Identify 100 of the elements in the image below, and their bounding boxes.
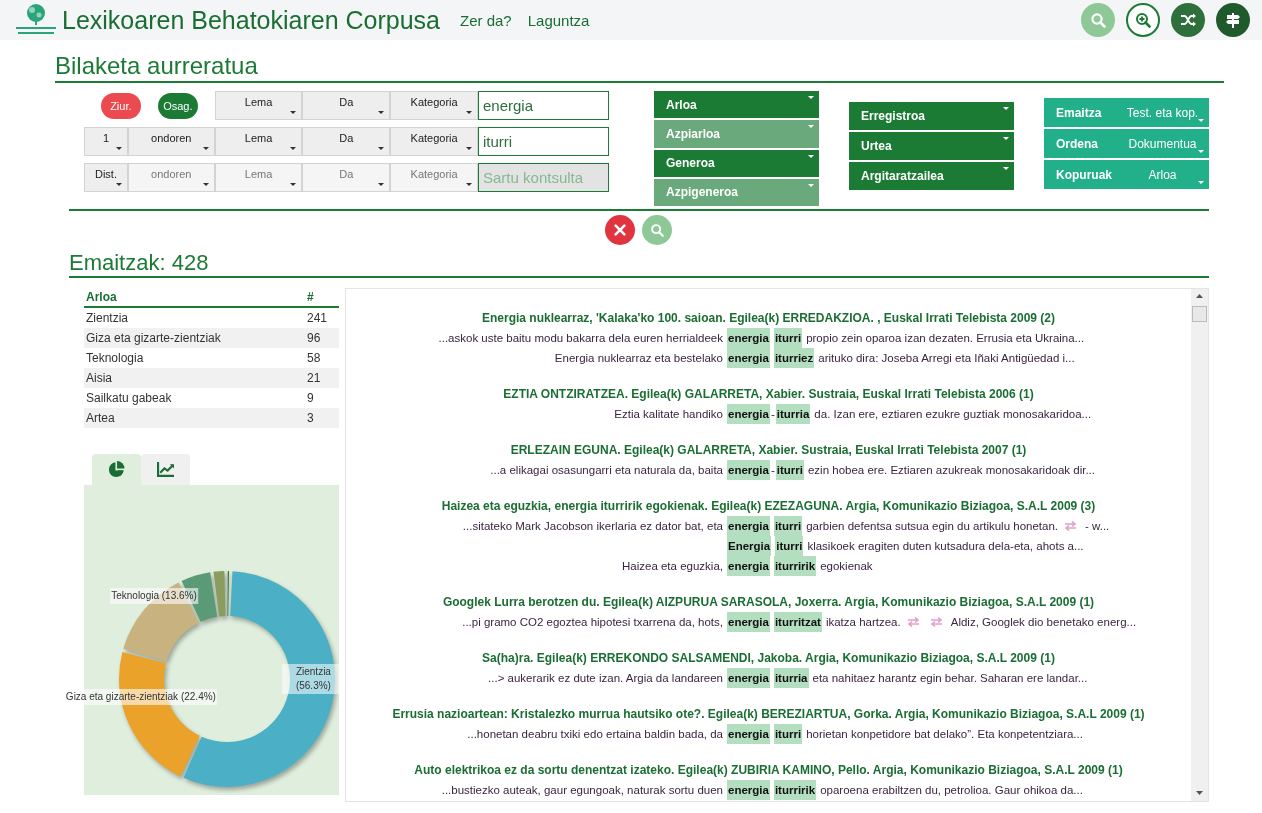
keyword-match: iturri: [775, 536, 804, 556]
keyword-match: energia: [727, 404, 770, 424]
shuffle-icon: [1180, 12, 1196, 28]
dropdown-select[interactable]: Kategoria: [390, 91, 478, 120]
search-icon: [1090, 12, 1106, 28]
results-title: Emaitzak: 428: [69, 250, 1209, 278]
keyword-match: iturririk: [773, 780, 817, 800]
dropdown-select[interactable]: Lema: [214, 91, 303, 120]
filter-dropdown[interactable]: Argitaratzailea: [849, 162, 1014, 190]
keyword-match: energia: [727, 516, 770, 536]
table-cell: Sailkatu gabeak: [84, 388, 305, 408]
dropdown-select[interactable]: Dist.: [84, 163, 128, 192]
keyword-match: iturri: [775, 460, 804, 480]
document-title[interactable]: Auto elektrikoa ez da sortu denentzat izateko. Egilea(k) ZUBIRIA KAMINO, Pello. Argia, Komunikazio Biziagoa, S.A.L 2009 (1): [346, 760, 1191, 780]
clear-button[interactable]: [605, 215, 635, 245]
table-cell: 3: [305, 408, 339, 428]
shuffle-button[interactable]: [1171, 3, 1205, 37]
context-text: ...askok uste baitu modu bakarra dela euren herrialdeek: [438, 332, 723, 344]
filter-dropdown[interactable]: Arloa: [654, 91, 819, 119]
context-text: ...pi gramo CO2 egoztea hipotesi txarrena da, hots,: [462, 616, 723, 628]
keyword-match: energia: [727, 460, 770, 480]
context-text: ...bustiezko auteak, gaur egungoak, naturak sortu duen: [441, 784, 723, 796]
context-text: ...sitateko Mark Jacobson ikerlaria ez dator bat, eta: [462, 520, 723, 532]
nav-link[interactable]: Zer da?: [460, 11, 512, 29]
scrollbar[interactable]: [1191, 289, 1208, 801]
context-text: - w...: [1085, 519, 1110, 534]
zoom-button[interactable]: [1126, 3, 1160, 37]
dropdown-select[interactable]: ondoren: [127, 127, 215, 156]
context-text: Aldiz, Googlek dio benetako energ...: [950, 615, 1137, 630]
toggle-button[interactable]: Osag.: [157, 92, 198, 119]
close-icon: [613, 223, 627, 237]
keyword-match: iturria: [775, 404, 811, 424]
filter-dropdown[interactable]: Urtea: [849, 132, 1014, 160]
keyword-match: energia: [727, 348, 770, 368]
search-icon: [650, 223, 664, 237]
filter-dropdown[interactable]: Generoa: [654, 149, 819, 177]
scroll-down-icon[interactable]: [1196, 791, 1203, 795]
keyword-match: energia: [727, 668, 770, 688]
context-text: horietan konpetidore bat delako”. Eta konpetentziara...: [806, 727, 1083, 742]
dropdown-select[interactable]: Da: [302, 91, 391, 120]
table-cell: 96: [305, 328, 339, 348]
keyword-match: energia: [727, 328, 770, 348]
context-text: egokienak: [820, 559, 873, 574]
context-text: oparoena erabiltzen du, petrolioa. Gaur ohikoa da...: [820, 783, 1083, 798]
document-title[interactable]: Haizea eta eguzkia, energia iturririk egokienak. Egilea(k) EZEZAGUNA. Argia, Komunikazio Biziagoa, S.A.L 2009 (3): [346, 496, 1191, 516]
context-text: ...honetan deabru txiki edo ertaina baldin bada, da: [467, 728, 723, 740]
dropdown-select[interactable]: Kategoria: [390, 127, 478, 156]
keyword-match: iturri: [773, 516, 803, 536]
keyword-match: iturririk: [773, 556, 817, 576]
context-text: Eztia kalitate handiko: [614, 408, 723, 420]
document-title[interactable]: Energia nuklearraz, 'Kalaka'ko 100. saioan. Egilea(k) ERREDAKZIOA. , Euskal Irrati Telebista 2009 (2): [346, 308, 1191, 328]
column-header: Arloa: [84, 288, 305, 307]
slice-label: Teknologia (13.6%): [110, 588, 198, 605]
document-title[interactable]: Googlek Lurra berotzen du. Egilea(k) AIZPURUA SARASOLA, Joxerra. Argia, Komunikazio Biziagoa, S.A.L 2009 (1): [346, 592, 1191, 612]
keyword-match: iturri: [773, 328, 803, 348]
context-text: klasikoek eragiten duten kutsadura dela-eta, ahots a...: [807, 539, 1084, 554]
table-cell: 21: [305, 368, 339, 388]
toggle-button[interactable]: Ziur.: [100, 92, 141, 119]
context-text: ikatza hartzea.: [825, 615, 901, 630]
table-cell: 241: [305, 307, 339, 328]
query-field[interactable]: energia: [478, 91, 609, 120]
dropdown-select[interactable]: Lema: [214, 127, 303, 156]
chart-tab[interactable]: [141, 454, 190, 485]
document-title[interactable]: Errusia nazioartean: Kristalezko murrua hautsiko ote?. Egilea(k) BEREZIARTUA, Gorka. Argia, Komunikazio Biziagoa, S.A.L 2009 (1): [346, 704, 1191, 724]
table-cell: Artea: [84, 408, 305, 428]
line-chart-icon: [157, 462, 174, 477]
table-cell: 9: [305, 388, 339, 408]
nav-link[interactable]: Laguntza: [527, 11, 590, 29]
keyword-match: iturriez: [773, 348, 815, 368]
context-text: eta nahitaez harantz egin behar. Saharan ere landar...: [812, 671, 1088, 686]
context-text: ...a elikagai osasungarri eta naturala da, baita: [490, 464, 723, 476]
hyphen-text: -: [770, 463, 775, 478]
keyword-match: energia: [727, 556, 770, 576]
table-cell: Aisia: [84, 368, 305, 388]
context-text: Haizea eta eguzkia,: [622, 560, 723, 572]
keyword-match: iturritzat: [773, 612, 822, 632]
context-text: ezin hobea ere. Eztiaren azukreak monosakaridoak dir...: [807, 463, 1095, 478]
document-title[interactable]: ERLEZAIN EGUNA. Egilea(k) GALARRETA, Xabier. Sustraia, Euskal Irrati Telebista 2007 (1): [346, 440, 1191, 460]
keyword-match: iturria: [773, 668, 809, 688]
document-title[interactable]: EZTIA ONTZIRATZEA. Egilea(k) GALARRETA, Xabier. Sustraia, Euskal Irrati Telebista 2006 (1): [346, 384, 1191, 404]
table-cell: Teknologia: [84, 348, 305, 368]
app-title: Lexikoaren Behatokiaren Corpusa: [62, 5, 440, 35]
context-text: Energia nuklearraz eta bestelako: [554, 352, 723, 364]
chart-tab[interactable]: [92, 454, 141, 485]
signpost-button[interactable]: [1216, 3, 1250, 37]
scroll-thumb[interactable]: [1192, 306, 1207, 322]
context-text: garbien defentsa sutsua egin du artikulu honetan.: [806, 519, 1059, 534]
dropdown-select[interactable]: 1: [84, 127, 128, 156]
scroll-up-icon[interactable]: [1196, 294, 1203, 298]
filter-dropdown[interactable]: Erregistroa: [849, 102, 1014, 130]
signpost-icon: [1225, 12, 1241, 28]
context-text: ...> aukerarik ez dute izan. Argia da landareen: [488, 672, 723, 684]
query-field[interactable]: iturri: [478, 127, 609, 156]
column-header: #: [305, 288, 339, 307]
pie-chart-icon: [108, 461, 125, 478]
dropdown-select[interactable]: Da: [302, 127, 391, 156]
document-title[interactable]: Sa(ha)ra. Egilea(k) ERREKONDO SALSAMENDI, Jakoba. Argia, Komunikazio Biziagoa, S.A.L 2009 (1): [346, 648, 1191, 668]
keyword-match: energia: [727, 724, 770, 744]
context-text: da. Izan ere, eztiaren ezukre guztiak monosakaridoa...: [814, 407, 1092, 422]
hyphen-text: -: [770, 407, 775, 422]
